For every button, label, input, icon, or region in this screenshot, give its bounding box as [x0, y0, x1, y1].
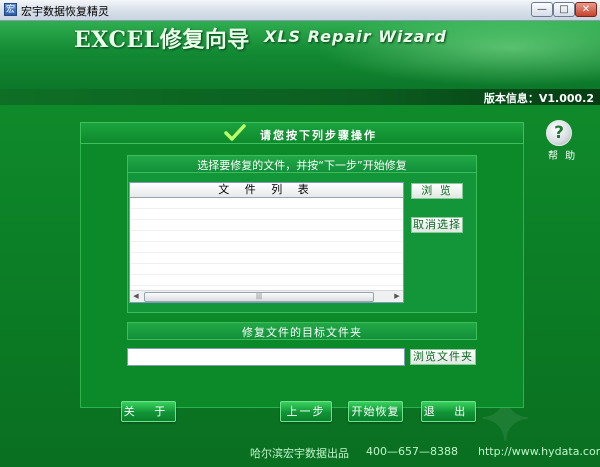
minimize-button[interactable]: —: [531, 2, 553, 17]
footer-phone: 400—657—8388: [366, 445, 458, 458]
list-item[interactable]: [130, 220, 403, 231]
footer-company: 哈尔滨宏宇数据出品: [250, 447, 349, 460]
close-button[interactable]: ✕: [575, 2, 597, 17]
list-item[interactable]: [130, 231, 403, 242]
scroll-left-icon[interactable]: ◀: [130, 291, 142, 302]
previous-step-button[interactable]: 上一步: [280, 401, 332, 422]
maximize-button[interactable]: □: [553, 2, 575, 17]
list-item[interactable]: [130, 275, 403, 286]
about-button[interactable]: 关 于: [121, 401, 176, 422]
browse-button[interactable]: 浏 览: [411, 183, 463, 199]
browse-folder-button[interactable]: 浏览文件夹: [410, 349, 476, 365]
instruction-text: 选择要修复的文件，并按“下一步”开始修复: [197, 159, 407, 172]
version-info: 版本信息：V1.000.2: [483, 92, 594, 105]
scroll-thumb[interactable]: |||: [144, 292, 374, 302]
header-subtitle: XLS Repair Wizard: [264, 27, 447, 46]
list-item[interactable]: [130, 264, 403, 275]
file-list-header[interactable]: 文 件 列 表: [130, 183, 403, 198]
maximize-icon: □: [559, 4, 569, 15]
list-item[interactable]: [130, 198, 403, 209]
version-strip: 版本信息：V1.000.2: [0, 89, 600, 105]
scroll-right-icon[interactable]: ▶: [391, 291, 403, 302]
file-list-rows[interactable]: [130, 198, 403, 290]
checkmark-icon: [224, 124, 246, 141]
target-folder-label: 修复文件的目标文件夹: [242, 326, 362, 339]
help-icon[interactable]: ?: [546, 120, 572, 146]
list-item[interactable]: [130, 209, 403, 220]
start-recovery-button[interactable]: 开始恢复: [348, 401, 403, 422]
header-title: EXCEL修复向导: [74, 27, 250, 53]
help-label[interactable]: 帮 助: [548, 147, 577, 162]
title-bar: 宏 宏宇数据恢复精灵 — □ ✕: [0, 0, 600, 21]
deselect-button[interactable]: 取消选择: [411, 217, 463, 233]
footer-url[interactable]: http://www.hydata.com: [478, 445, 600, 458]
panel-title: 请您按下列步骤操作: [260, 129, 377, 142]
list-item[interactable]: [130, 242, 403, 253]
close-icon: ✕: [581, 4, 591, 15]
window-title: 宏宇数据恢复精灵: [21, 5, 109, 18]
file-list[interactable]: 文 件 列 表 ◀ ||| ▶: [129, 182, 404, 303]
exit-button[interactable]: 退 出: [421, 401, 476, 422]
app-icon: 宏: [4, 3, 17, 16]
target-folder-input[interactable]: [127, 348, 405, 366]
horizontal-scrollbar[interactable]: ◀ ||| ▶: [130, 290, 403, 302]
minimize-icon: —: [537, 4, 547, 15]
list-item[interactable]: [130, 253, 403, 264]
